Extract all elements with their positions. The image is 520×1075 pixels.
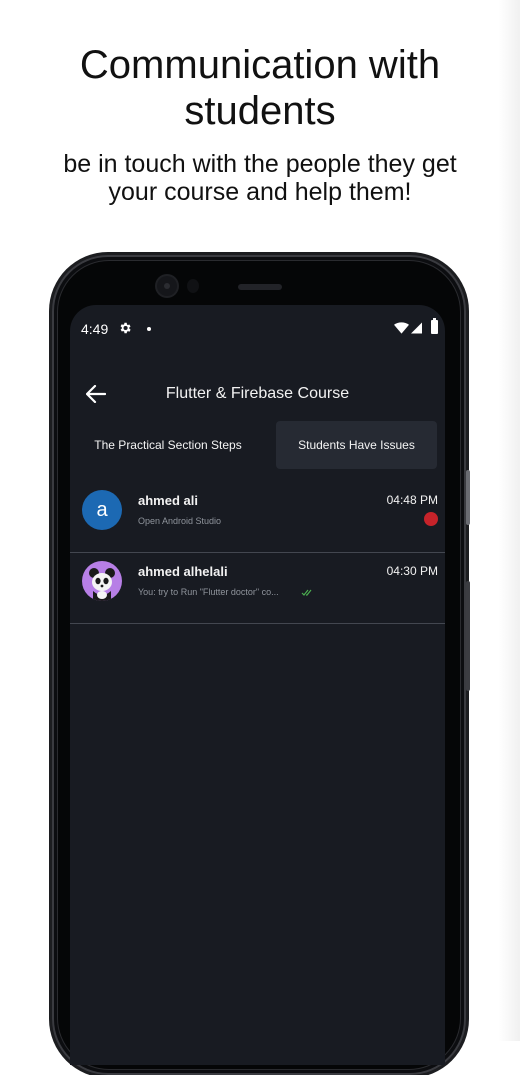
app-bar-title: Flutter & Firebase Course xyxy=(165,385,350,402)
power-button xyxy=(466,470,470,525)
promo-subtitle: be in touch with the people they get you… xyxy=(0,150,520,206)
battery-icon xyxy=(431,318,438,334)
subtitle-line-1: be in touch with the people they get xyxy=(63,150,457,178)
conversation-row[interactable]: a ahmed ali Open Android Studio 04:48 PM xyxy=(70,482,445,553)
proximity-sensor xyxy=(187,279,199,293)
divider xyxy=(70,623,445,624)
tab-bar: The Practical Section Steps Students Hav… xyxy=(80,421,438,469)
phone-frame: 4:49 Flutter & Firebase Course The Pract… xyxy=(52,255,470,1075)
contact-name: ahmed ali xyxy=(138,493,198,508)
signal-icon xyxy=(411,322,422,334)
headline-line-1: Communication with xyxy=(79,43,441,87)
avatar: a xyxy=(82,490,122,530)
front-camera xyxy=(157,276,177,296)
gear-icon xyxy=(120,322,131,334)
unread-badge xyxy=(424,512,438,526)
wifi-icon xyxy=(394,322,409,334)
app-bar: Flutter & Firebase Course xyxy=(70,375,445,415)
subtitle-line-2: your course and help them! xyxy=(108,178,412,206)
message-time: 04:48 PM xyxy=(386,493,438,507)
conversation-row[interactable]: ahmed alhelali You: try to Run "Flutter … xyxy=(70,553,445,624)
last-message: You: try to Run "Flutter doctor" co... xyxy=(138,587,279,597)
conversation-list: a ahmed ali Open Android Studio 04:48 PM xyxy=(70,482,445,624)
notification-dot-icon xyxy=(147,327,151,331)
message-time: 04:30 PM xyxy=(386,564,438,578)
status-bar: 4:49 xyxy=(70,305,445,353)
last-message: Open Android Studio xyxy=(138,516,222,526)
headline-line-2: students xyxy=(184,89,336,133)
double-check-icon xyxy=(301,589,312,596)
volume-button xyxy=(466,581,470,691)
status-time: 4:49 xyxy=(81,321,109,337)
panda-avatar-icon xyxy=(82,561,122,601)
tab-practical-section-steps[interactable]: The Practical Section Steps xyxy=(80,421,256,469)
promo-headline: Communication with students xyxy=(0,42,520,134)
tab-students-have-issues[interactable]: Students Have Issues xyxy=(276,421,437,469)
contact-name: ahmed alhelali xyxy=(138,564,228,579)
phone-screen: 4:49 Flutter & Firebase Course The Pract… xyxy=(70,305,445,1065)
earpiece-speaker xyxy=(238,284,282,290)
